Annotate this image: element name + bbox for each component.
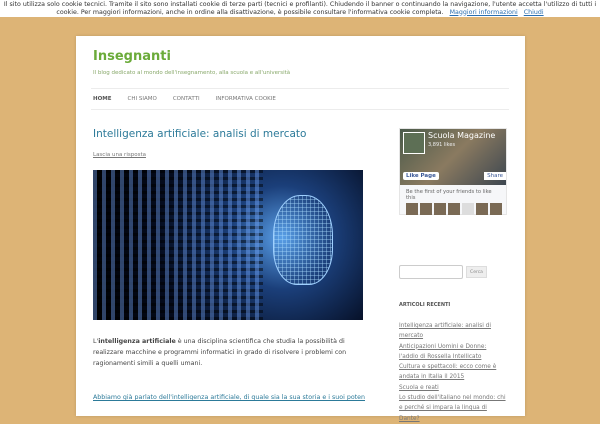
nav-informativa-cookie[interactable]: INFORMATIVA COOKIE [216, 96, 276, 102]
main-nav: HOME CHI SIAMO CONTATTI INFORMATIVA COOK… [91, 88, 509, 110]
data-grid-graphic [93, 170, 263, 320]
fb-share-button[interactable]: Share [484, 172, 506, 180]
fb-face[interactable] [434, 203, 446, 215]
nav-contatti[interactable]: CONTATTI [173, 96, 200, 102]
ai-head-graphic [273, 195, 333, 285]
fb-face[interactable] [448, 203, 460, 215]
more-info-link[interactable]: Maggiori informazioni [450, 9, 518, 16]
nav-chi-siamo[interactable]: CHI SIAMO [128, 96, 157, 102]
fb-page-thumbnail[interactable] [403, 132, 425, 154]
cookie-banner: Il sito utilizza solo cookie tecnici. Tr… [0, 0, 600, 17]
nav-home[interactable]: HOME [93, 96, 112, 102]
facebook-widget: Scuola Magazine 3,891 likes Like Page Sh… [399, 128, 507, 215]
fb-faces [400, 203, 506, 215]
post-featured-image [93, 170, 363, 320]
search-input[interactable] [399, 265, 463, 279]
recent-post-link[interactable]: Anticipazioni Uomini e Donne: l'addio di… [399, 342, 507, 363]
recent-posts-heading: ARTICOLI RECENTI [399, 302, 451, 308]
fb-likes: 3,891 likes [428, 142, 456, 148]
recent-post-link[interactable]: Cultura e spettacoli: ecco come è andata… [399, 362, 507, 383]
fb-face[interactable] [476, 203, 488, 215]
fb-face[interactable] [490, 203, 502, 215]
reply-link[interactable]: Lascia una risposta [93, 152, 146, 158]
search-button[interactable]: Cerca [466, 266, 487, 278]
recent-post-link[interactable]: Intelligenza artificiale: analisi di mer… [399, 321, 507, 342]
page-container: Insegnanti Il blog dedicato al mondo del… [76, 36, 525, 422]
site-title[interactable]: Insegnanti [93, 49, 171, 64]
site-tagline: Il blog dedicato al mondo dell'insegname… [93, 70, 291, 76]
recent-posts-list: Intelligenza artificiale: analisi di mer… [399, 321, 507, 424]
recent-post-link[interactable]: Lo studio dell'italiano nel mondo: chi e… [399, 393, 507, 424]
post-title[interactable]: Intelligenza artificiale: analisi di mer… [93, 128, 306, 140]
fb-face[interactable] [462, 203, 474, 215]
recent-post-link[interactable]: Scuola e reati [399, 383, 507, 393]
close-cookie-link[interactable]: Chiudi [524, 9, 544, 16]
fb-face[interactable] [420, 203, 432, 215]
fb-cover: Scuola Magazine 3,891 likes Like Page Sh… [400, 129, 506, 185]
post-intro: L'intelligenza artificiale è una discipl… [93, 336, 365, 369]
fb-page-name[interactable]: Scuola Magazine [428, 131, 495, 140]
fb-like-button[interactable]: Like Page [403, 172, 439, 180]
fb-friends-text: Be the first of your friends to like thi… [406, 189, 492, 201]
fb-face[interactable] [406, 203, 418, 215]
intro-bold: intelligenza artificiale [98, 338, 176, 345]
